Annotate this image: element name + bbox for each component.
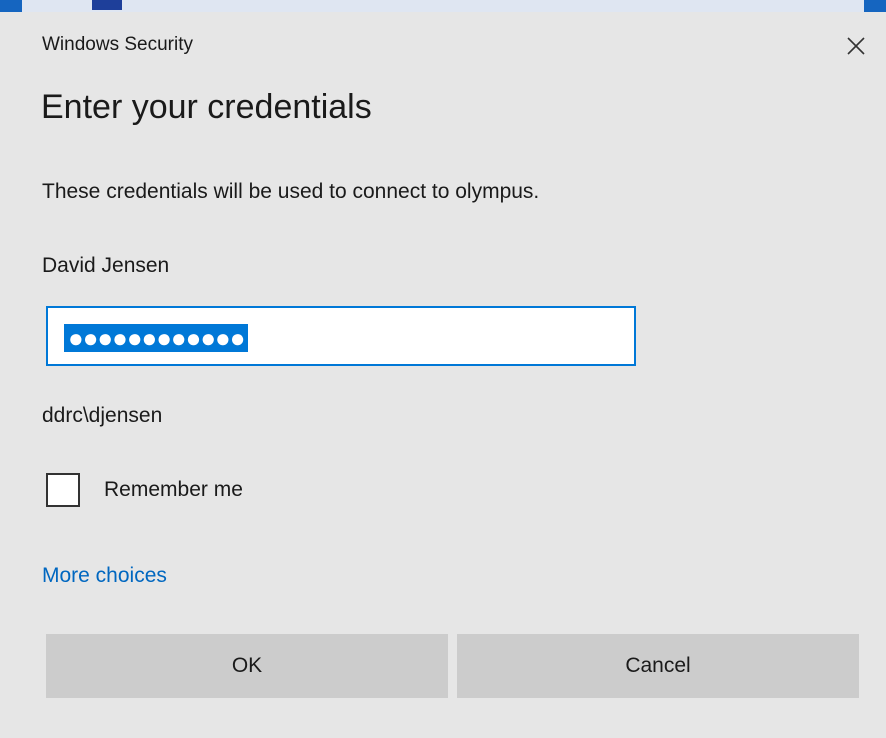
dialog-heading: Enter your credentials: [41, 88, 372, 126]
close-icon: [847, 37, 865, 55]
remember-me-label: Remember me: [104, 478, 243, 501]
more-choices-link[interactable]: More choices: [42, 564, 167, 588]
credentials-dialog: Windows Security Enter your credentials …: [8, 12, 880, 738]
background-window-edge-left: [0, 0, 22, 12]
remember-me-checkbox[interactable]: [46, 473, 80, 507]
password-field[interactable]: ●●●●●●●●●●●●: [46, 306, 636, 366]
close-button[interactable]: [836, 28, 876, 62]
background-window-edge-right: [864, 0, 886, 12]
domain-username: ddrc\djensen: [42, 404, 163, 427]
window-title: Windows Security: [42, 34, 193, 55]
background-window-content: [22, 0, 864, 12]
password-masked-value: ●●●●●●●●●●●●: [64, 324, 249, 352]
background-window-icon: [92, 0, 122, 10]
remember-me-option[interactable]: Remember me: [46, 470, 243, 510]
ok-button[interactable]: OK: [46, 634, 448, 698]
cancel-button[interactable]: Cancel: [457, 634, 859, 698]
user-display-name: David Jensen: [42, 254, 170, 277]
dialog-message: These credentials will be used to connec…: [42, 180, 540, 203]
background-window-strip: [0, 0, 886, 12]
title-bar: Windows Security: [8, 12, 880, 72]
